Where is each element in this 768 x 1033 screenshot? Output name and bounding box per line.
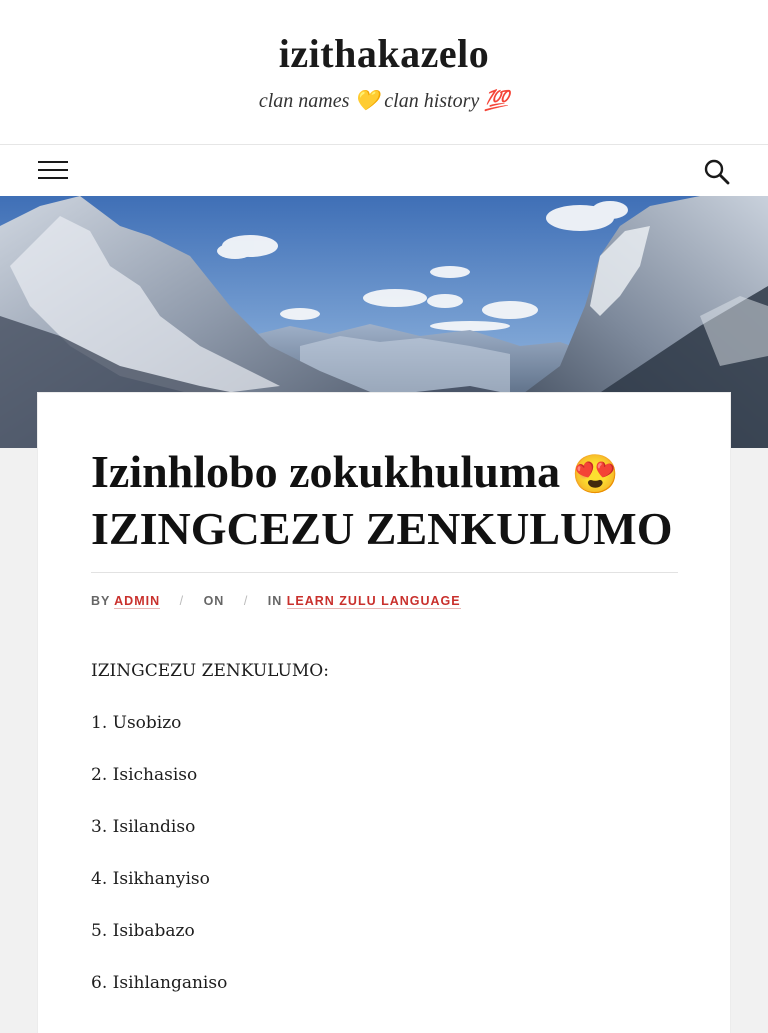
site-header: izithakazelo clan names 💛 clan history 💯 <box>0 0 768 144</box>
meta-in-label: IN <box>267 594 283 608</box>
post-card: Izinhlobo zokukhuluma 😍 IZINGCEZU ZENKUL… <box>38 393 730 1033</box>
post-body: IZINGCEZU ZENKULUMO: 1. Usobizo 2. Isich… <box>91 659 678 1023</box>
post-title: Izinhlobo zokukhuluma 😍 IZINGCEZU ZENKUL… <box>91 445 691 556</box>
list-item: 1. Usobizo <box>91 713 182 733</box>
heart-eyes-emoji-icon: 😍 <box>571 454 619 496</box>
search-icon[interactable] <box>703 158 731 186</box>
post-meta: BY ADMIN / ON / IN LEARN ZULU LANGUAGE <box>91 594 691 612</box>
site-tagline: clan names 💛 clan history 💯 <box>258 90 510 112</box>
meta-on-label: ON <box>203 594 225 608</box>
title-divider <box>91 572 678 573</box>
meta-by-label: BY <box>91 594 111 608</box>
hamburger-menu-icon[interactable] <box>38 161 68 181</box>
post-title-line2: IZINGCEZU ZENKULUMO <box>91 503 673 554</box>
list-item: 3. Isilandiso <box>91 817 196 837</box>
meta-separator: / <box>179 594 185 608</box>
list-item: 6. Isihlanganiso <box>91 973 228 993</box>
author-link[interactable]: ADMIN <box>114 594 161 609</box>
meta-separator: / <box>243 594 249 608</box>
post-title-line1: Izinhlobo zokukhuluma <box>91 446 561 497</box>
site-title[interactable]: izithakazelo <box>0 30 768 77</box>
list-item: 4. Isikhanyiso <box>91 869 210 889</box>
list-item: 5. Isibabazo <box>91 921 195 941</box>
category-link[interactable]: LEARN ZULU LANGUAGE <box>286 594 461 609</box>
body-heading: IZINGCEZU ZENKULUMO: <box>91 661 329 681</box>
nav-bar <box>0 144 768 196</box>
list-item: 2. Isichasiso <box>91 765 198 785</box>
